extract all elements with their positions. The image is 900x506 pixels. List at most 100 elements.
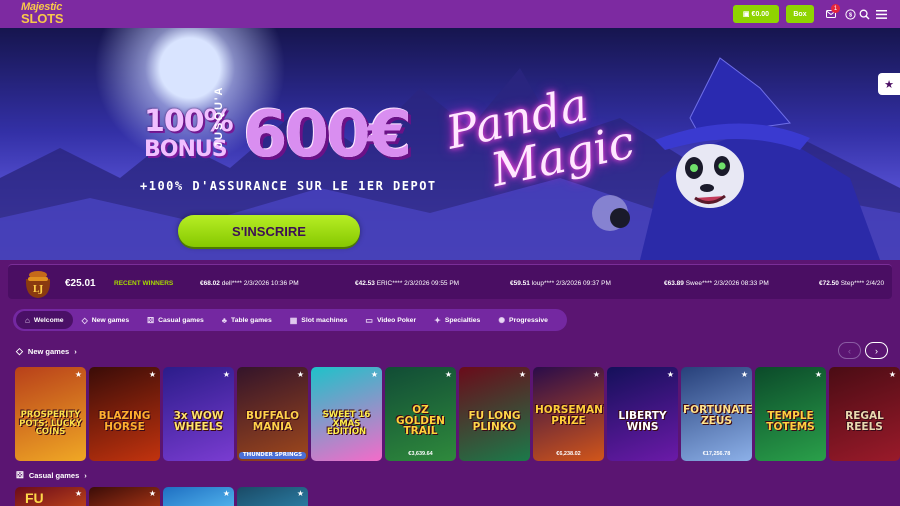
casual-games-heading[interactable]: ⚄ Casual games › [16,470,87,481]
game-jackpot: €17,256.78 [702,451,731,457]
language-icon[interactable]: $ [844,8,856,20]
dice-icon: ⚄ [147,315,155,325]
winner-entry: €68.02 dell**** 2/3/2026 10:36 PM [200,280,299,287]
tab-casual-games[interactable]: ⚄ Casual games [138,311,213,329]
favorites-side-button[interactable]: ★ [878,73,900,95]
category-tabs: ⌂ Welcome ◇ New games ⚄ Casual games ♣ T… [13,309,567,331]
up-to-label: JUSQU'A [213,85,225,148]
game-title: FU LONG PLINKO [468,410,521,433]
game-title: OZ GOLDEN TRAIL [396,404,445,437]
tab-slot-machines[interactable]: ▦ Slot machines [281,311,357,329]
game-tile[interactable]: ★ SWEET 16 XMAS EDITION [311,367,382,461]
game-tile[interactable]: ★ 3x WOW WHEELS [163,367,234,461]
casual-game-tile[interactable]: ★ FU [15,487,86,506]
game-tile[interactable]: ★ OZ GOLDEN TRAIL €3,639.64 [385,367,456,461]
favorite-star-icon[interactable]: ★ [445,370,452,379]
tab-label: Table games [231,316,272,324]
favorite-star-icon[interactable]: ★ [741,370,748,379]
game-tile[interactable]: ★ LIBERTY WINS [607,367,678,461]
winner-amount: €63.89 [664,280,684,287]
chevron-right-icon: › [84,471,87,480]
tab-label: Welcome [33,316,64,324]
favorite-star-icon[interactable]: ★ [889,370,896,379]
tab-new-games[interactable]: ◇ New games [73,311,139,329]
game-tile[interactable]: ★ FORTUNATE ZEUS €17,256.78 [681,367,752,461]
chevron-left-icon: ‹ [848,345,851,356]
game-tile[interactable]: ★ PROSPERITY POTS: LUCKY COINS [15,367,86,461]
game-tile[interactable]: ★ FU LONG PLINKO [459,367,530,461]
game-jackpot: €3,639.64 [408,451,433,457]
game-title: FU [25,490,44,506]
favorite-star-icon[interactable]: ★ [223,489,230,498]
favorite-star-icon[interactable]: ★ [149,370,156,379]
gear-icon: ✺ [498,315,506,325]
casual-game-tile[interactable]: ★ [237,487,308,506]
favorite-star-icon[interactable]: ★ [815,370,822,379]
winner-date: 2/3/2026 08:33 PM [713,280,769,287]
winner-user: loup**** [531,280,555,287]
new-games-heading[interactable]: ◇ New games › [16,346,77,357]
box-button[interactable]: Box [786,5,814,23]
tab-welcome[interactable]: ⌂ Welcome [16,311,73,329]
chevron-right-icon: › [74,347,77,356]
recent-winners-bar: LJ €25.01 RECENT WINNERS €68.02 dell****… [8,264,892,299]
game-title: PROSPERITY POTS: LUCKY COINS [19,410,82,437]
winner-user: Swee**** [685,280,713,287]
game-tile[interactable]: ★ HORSEMAN'S PRIZE €6,238.02 [533,367,604,461]
casual-game-tile[interactable]: ★ [163,487,234,506]
section-title: New games [27,347,70,356]
card-icon: ▭ [365,315,373,325]
favorite-star-icon[interactable]: ★ [297,370,304,379]
tab-label: New games [91,316,130,324]
game-tile[interactable]: ★ TEMPLE TOTEMS [755,367,826,461]
game-jackpot: €6,238.02 [556,451,581,457]
tab-label: Specialties [444,316,481,324]
recent-winners-label: RECENT WINNERS [114,280,174,287]
winner-entry: €42.53 ERIC**** 2/3/2026 09:55 PM [355,280,459,287]
carousel-arrows: ‹ › [838,342,888,359]
tab-specialties[interactable]: ✦ Specialties [425,311,489,329]
wallet-icon: ▣ [742,11,750,18]
game-tile[interactable]: ★ REGAL REELS [829,367,900,461]
top-header: Majestic SLOTS ▣ €0.00 Box 1 $ [0,0,900,28]
bonus-amount: 600€ [243,98,412,172]
tab-label: Progressive [509,316,548,324]
favorite-star-icon[interactable]: ★ [75,489,82,498]
diamond-icon: ◇ [81,315,88,325]
winner-date: 2/4/20 [866,280,885,287]
signup-button[interactable]: S'INSCRIRE [178,215,360,247]
section-title: Casual games [28,471,80,480]
winner-amount: €68.02 [200,280,220,287]
tab-table-games[interactable]: ♣ Table games [213,311,281,329]
favorite-star-icon[interactable]: ★ [593,370,600,379]
balance-button[interactable]: ▣ €0.00 [733,5,779,23]
favorite-star-icon[interactable]: ★ [149,489,156,498]
favorite-star-icon[interactable]: ★ [667,370,674,379]
promo-banner-carousel[interactable]: 100% BONUS JUSQU'A 600€ +100% D'ASSURANC… [0,28,900,260]
jackpot-pot-icon: LJ [25,271,51,298]
tab-progressive[interactable]: ✺ Progressive [489,311,557,329]
favorite-star-icon[interactable]: ★ [297,489,304,498]
favorite-star-icon[interactable]: ★ [75,370,82,379]
home-icon: ⌂ [25,315,30,325]
favorite-star-icon[interactable]: ★ [371,370,378,379]
prev-arrow-button[interactable]: ‹ [838,342,861,359]
winner-date: 2/3/2026 09:55 PM [404,280,460,287]
casual-game-tile[interactable]: ★ [89,487,160,506]
bonus-subline: +100% D'ASSURANCE SUR LE 1ER DEPOT [140,179,437,193]
winner-date: 2/3/2026 09:37 PM [555,280,611,287]
game-tile[interactable]: ★ BUFFALO MANIA THUNDER SPRINGS [237,367,308,461]
clubs-icon: ♣ [221,315,228,325]
game-title: BUFFALO MANIA [245,410,300,433]
game-tile[interactable]: ★ BLAZING HORSE [89,367,160,461]
menu-icon[interactable] [875,8,887,20]
winner-entry: €63.89 Swee**** 2/3/2026 08:33 PM [664,280,769,287]
search-icon[interactable] [858,8,870,20]
tab-video-poker[interactable]: ▭ Video Poker [356,311,425,329]
favorite-star-icon[interactable]: ★ [519,370,526,379]
next-arrow-button[interactable]: › [865,342,888,359]
tab-label: Slot machines [301,316,348,324]
game-title: BLAZING HORSE [98,410,151,433]
majestic-slots-logo[interactable]: Majestic SLOTS [21,1,64,25]
favorite-star-icon[interactable]: ★ [223,370,230,379]
